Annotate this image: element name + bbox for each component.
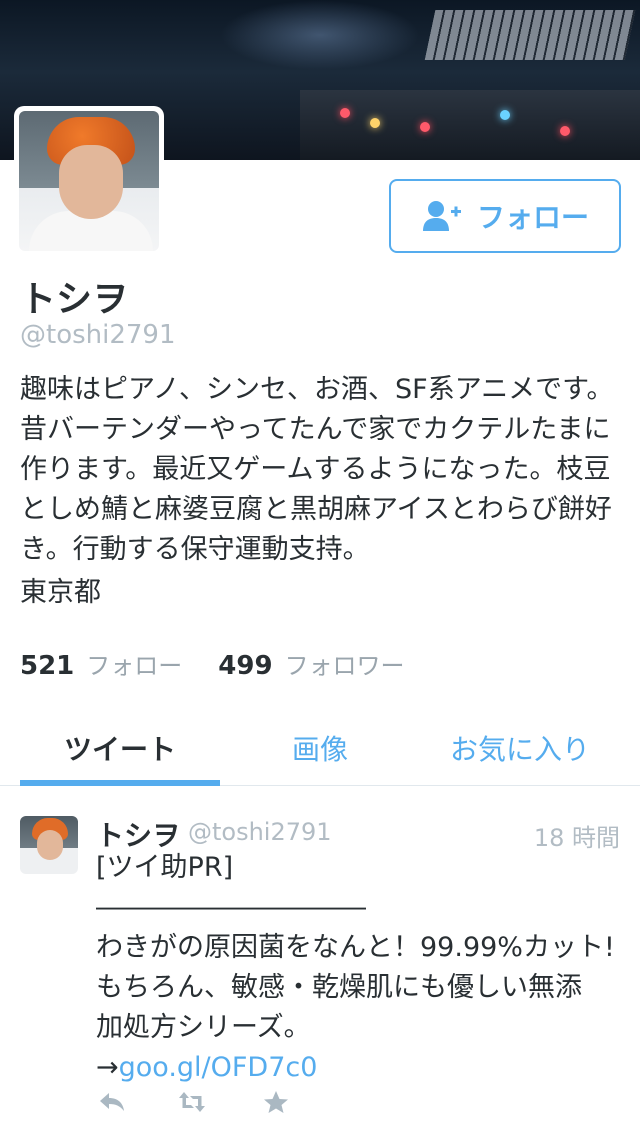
tweet-link[interactable]: goo.gl/OFD7c0 <box>119 1052 318 1083</box>
favorite-icon <box>264 1091 288 1113</box>
followers-count[interactable]: 499 <box>218 651 272 681</box>
tweet-line: [ツイ助PR] <box>96 852 234 883</box>
tweet-line: 加処方シリーズ。 <box>96 1012 311 1043</box>
active-tab-indicator <box>20 780 220 786</box>
tweet-text: [ツイ助PR] ―――――――――― わきがの原因菌をなんと！99.99%カット… <box>96 848 626 1088</box>
followers-label[interactable]: フォロワー <box>285 646 405 681</box>
favorite-button[interactable] <box>260 1086 292 1118</box>
follow-button[interactable]: フォロー <box>389 179 621 253</box>
tweet-line: ―――――――――― <box>96 892 366 923</box>
avatar-image <box>19 111 159 251</box>
retweet-icon <box>179 1092 205 1112</box>
profile-name: トシヲ <box>20 279 129 320</box>
tweet-author-handle[interactable]: @toshi2791 <box>188 818 332 846</box>
tweet-line: もちろん、敏感・乾燥肌にも優しい無添 <box>96 972 582 1003</box>
profile-avatar[interactable] <box>14 106 164 256</box>
retweet-button[interactable] <box>176 1086 208 1118</box>
following-label[interactable]: フォロー <box>86 646 182 681</box>
tab-favorites[interactable]: お気に入り <box>420 728 620 768</box>
reply-button[interactable] <box>96 1086 128 1118</box>
follow-button-label: フォロー <box>476 201 589 234</box>
profile-location: 東京都 <box>20 577 101 608</box>
tweet-line: わきがの原因菌をなんと！99.99%カット! <box>96 932 615 963</box>
tweet-actions <box>96 1086 396 1118</box>
arrow-text: → <box>96 1052 119 1083</box>
tweet-avatar[interactable] <box>20 816 78 874</box>
reply-icon <box>100 1093 124 1111</box>
following-count[interactable]: 521 <box>20 651 74 681</box>
tweet-header: トシヲ @toshi2791 18 時間 <box>96 814 620 852</box>
add-user-icon <box>422 201 461 231</box>
tweet-link-line: →goo.gl/OFD7c0 <box>96 1048 626 1088</box>
profile-stats: 521 フォロー 499 フォロワー <box>20 646 405 681</box>
tab-tweets[interactable]: ツイート <box>20 728 220 768</box>
profile-handle: @toshi2791 <box>20 320 176 350</box>
profile-bio: 趣味はピアノ、シンセ、お酒、SF系アニメです。昔バーテンダーやってたんで家でカク… <box>20 374 614 565</box>
profile-tabs: ツイート 画像 お気に入り <box>0 708 640 786</box>
tab-images[interactable]: 画像 <box>220 728 420 768</box>
